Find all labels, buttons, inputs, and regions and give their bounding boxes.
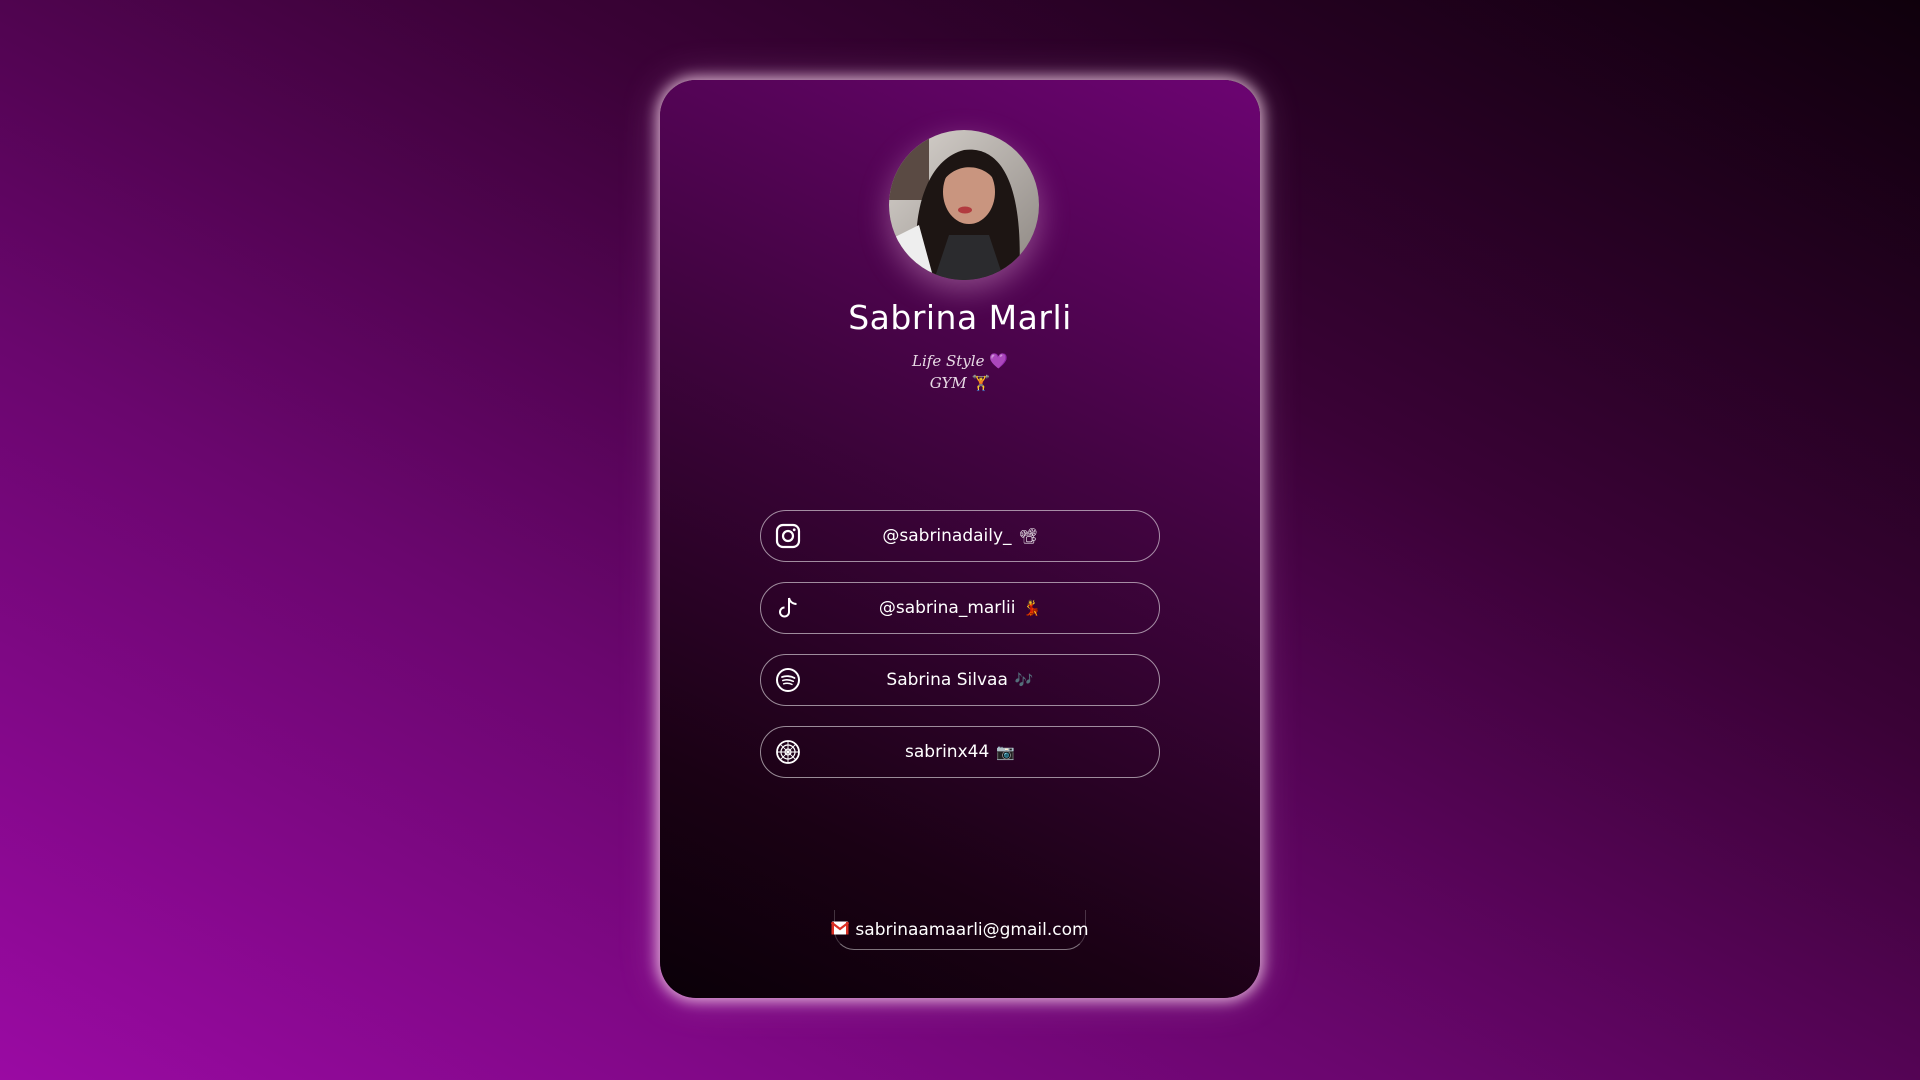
link-label: @sabrinadaily_	[882, 526, 1012, 546]
bio-line: GYM 🏋	[660, 374, 1260, 392]
link-label: @sabrina_marlii	[878, 598, 1016, 618]
film-projector-icon: 📽	[1018, 527, 1038, 545]
bio-text: Life Style	[912, 352, 985, 370]
camera-icon: 📷	[996, 743, 1015, 761]
link-label: Sabrina Silvaa	[886, 670, 1008, 690]
spotify-link-button[interactable]: Sabrina Silvaa 🎶	[760, 654, 1160, 706]
profile-card: Sabrina Marli Life Style 💜 GYM 🏋 @sabrin…	[660, 80, 1260, 998]
avatar	[889, 130, 1039, 280]
bio-line: Life Style 💜	[660, 352, 1260, 370]
instagram-link-button[interactable]: @sabrinadaily_ 📽	[760, 510, 1160, 562]
vsco-link-button[interactable]: sabrinx44 📷	[760, 726, 1160, 778]
instagram-icon	[775, 523, 801, 549]
vsco-icon	[775, 739, 801, 765]
bio-text: GYM	[929, 374, 967, 392]
tiktok-icon	[775, 595, 801, 621]
email-address: sabrinaamaarli@gmail.com	[855, 919, 1089, 940]
dancer-icon: 💃	[1022, 599, 1042, 617]
link-label: sabrinx44	[905, 742, 990, 762]
music-notes-icon: 🎶	[1014, 671, 1034, 689]
tiktok-link-button[interactable]: @sabrina_marlii 💃	[760, 582, 1160, 634]
email-link[interactable]: sabrinaamaarli@gmail.com	[831, 910, 1089, 950]
spotify-icon	[775, 667, 801, 693]
heart-icon: 💜	[989, 352, 1008, 370]
profile-name: Sabrina Marli	[848, 298, 1072, 337]
social-links: @sabrinadaily_ 📽 @sabrina_marlii 💃 Sabri…	[760, 510, 1160, 798]
gmail-icon	[831, 920, 850, 940]
weightlifter-icon: 🏋	[971, 374, 991, 392]
